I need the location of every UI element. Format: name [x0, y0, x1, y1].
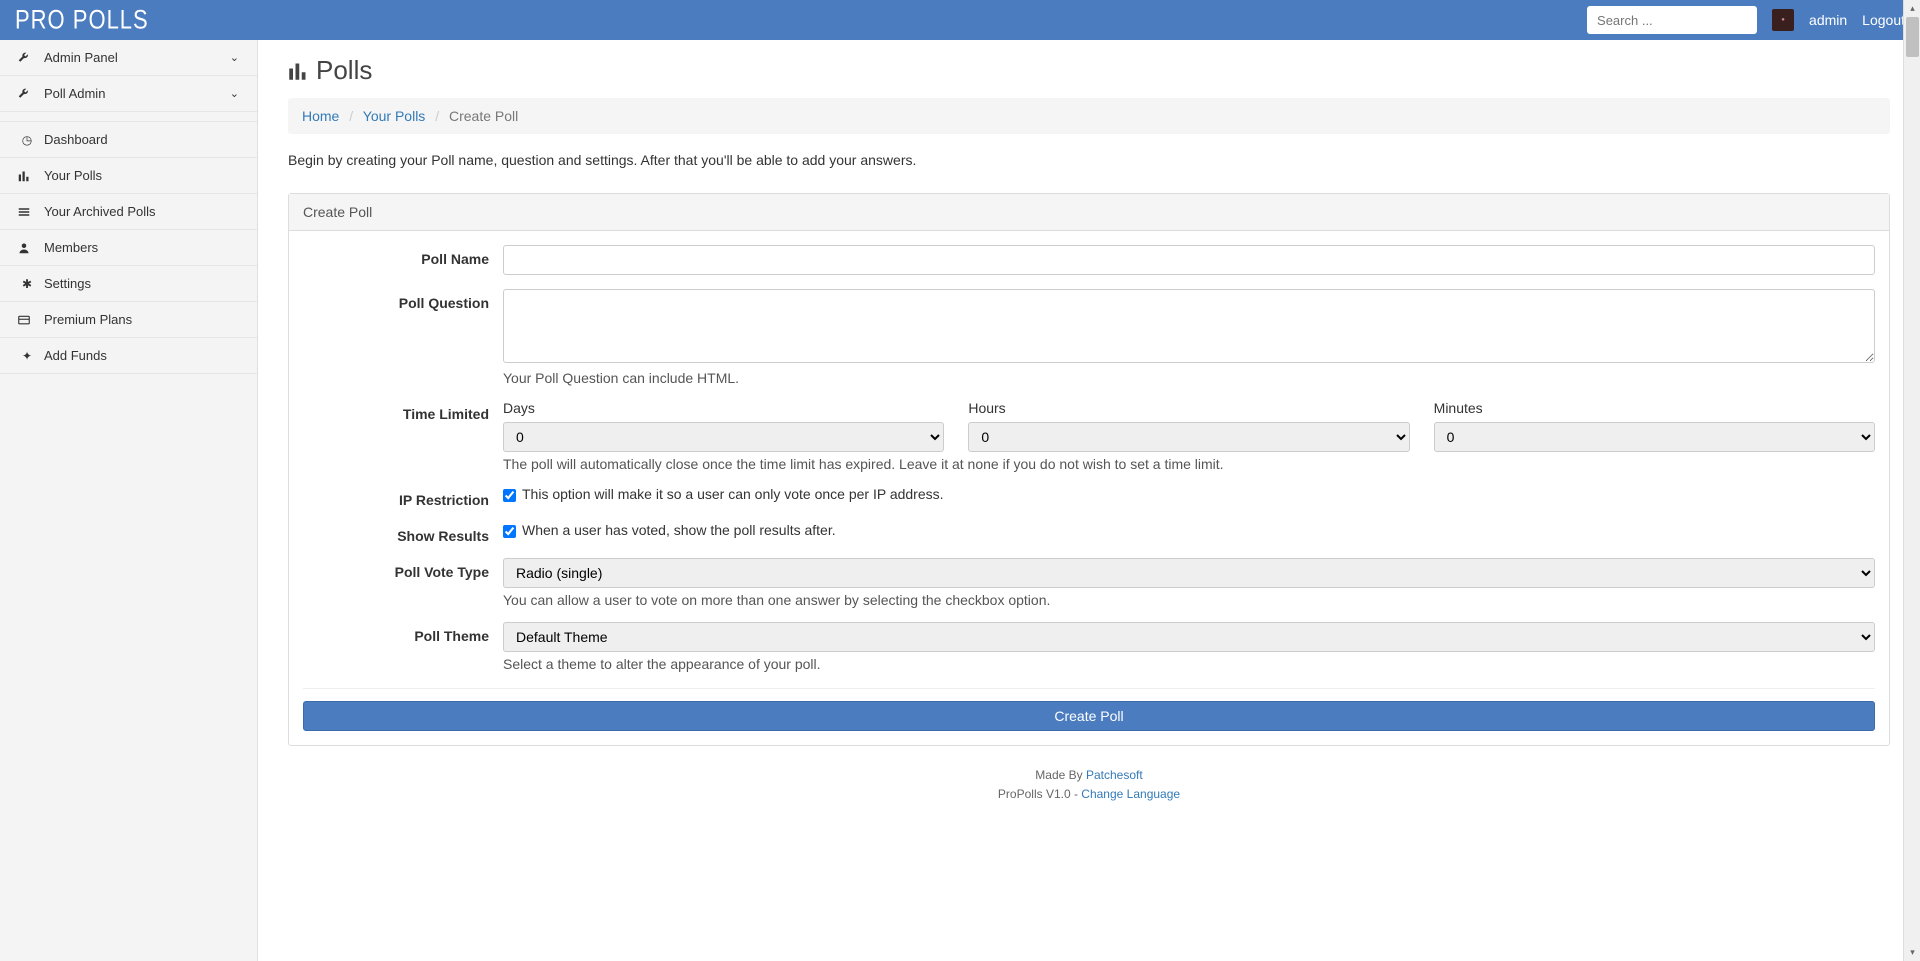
sidebar-item-archived-polls[interactable]: Your Archived Polls	[0, 194, 257, 230]
label-hours: Hours	[968, 400, 1409, 416]
help-theme: Select a theme to alter the appearance o…	[503, 656, 1875, 672]
label-poll-theme: Poll Theme	[303, 622, 503, 672]
footer-patchesoft-link[interactable]: Patchesoft	[1086, 768, 1143, 782]
sidebar-item-settings[interactable]: ✱ Settings	[0, 266, 257, 302]
create-poll-panel: Create Poll Poll Name Poll Question Your…	[288, 193, 1890, 746]
ip-restriction-text: This option will make it so a user can o…	[522, 486, 944, 502]
breadcrumb-sep: /	[435, 108, 439, 124]
wrench-icon	[18, 88, 36, 100]
sidebar-item-label: Your Polls	[44, 168, 102, 183]
sidebar-item-your-polls[interactable]: Your Polls	[0, 158, 257, 194]
card-icon	[18, 314, 36, 326]
sidebar-item-label: Settings	[44, 276, 91, 291]
label-days: Days	[503, 400, 944, 416]
chevron-down-icon: ⌄	[230, 51, 239, 64]
user-link[interactable]: admin	[1809, 12, 1847, 28]
label-ip-restriction: IP Restriction	[303, 486, 503, 508]
page-title: Polls	[288, 55, 1890, 86]
days-select[interactable]: 0	[503, 422, 944, 452]
footer-version: ProPolls V1.0 -	[998, 787, 1081, 801]
poll-question-textarea[interactable]	[503, 289, 1875, 363]
nav-right: ● admin Logout	[1587, 6, 1905, 34]
plus-icon: ✦	[18, 349, 36, 363]
label-minutes: Minutes	[1434, 400, 1875, 416]
sidebar-group-admin-panel[interactable]: Admin Panel ⌄	[0, 40, 257, 76]
hours-select[interactable]: 0	[968, 422, 1409, 452]
bars-icon	[18, 170, 36, 182]
clock-icon: ◷	[18, 133, 36, 147]
sidebar: Admin Panel ⌄ Poll Admin ⌄ ◷ Dashboard Y…	[0, 40, 258, 961]
archive-icon	[18, 206, 36, 218]
top-navbar: PRO POLLS ● admin Logout	[0, 0, 1920, 40]
sidebar-item-label: Members	[44, 240, 98, 255]
create-poll-button[interactable]: Create Poll	[303, 701, 1875, 731]
user-icon	[18, 242, 36, 254]
sidebar-group-label: Poll Admin	[44, 86, 105, 101]
gear-icon: ✱	[18, 277, 36, 291]
footer: Made By Patchesoft ProPolls V1.0 - Chang…	[288, 766, 1890, 804]
theme-select[interactable]: Default Theme	[503, 622, 1875, 652]
breadcrumb-your-polls[interactable]: Your Polls	[363, 108, 426, 124]
page-title-text: Polls	[316, 55, 372, 86]
sidebar-divider	[0, 112, 257, 122]
chevron-down-icon: ⌄	[230, 87, 239, 100]
show-results-checkbox[interactable]	[503, 525, 516, 538]
brand-logo: PRO POLLS	[15, 4, 149, 35]
sidebar-item-label: Add Funds	[44, 348, 107, 363]
wrench-icon	[18, 52, 36, 64]
sidebar-item-members[interactable]: Members	[0, 230, 257, 266]
minutes-select[interactable]: 0	[1434, 422, 1875, 452]
panel-heading: Create Poll	[289, 194, 1889, 231]
breadcrumb-home[interactable]: Home	[302, 108, 339, 124]
help-time-limited: The poll will automatically close once t…	[503, 456, 1875, 472]
label-vote-type: Poll Vote Type	[303, 558, 503, 608]
sidebar-group-label: Admin Panel	[44, 50, 118, 65]
help-poll-question: Your Poll Question can include HTML.	[503, 370, 1875, 386]
logout-link[interactable]: Logout	[1862, 12, 1905, 28]
vote-type-select[interactable]: Radio (single)	[503, 558, 1875, 588]
label-time-limited: Time Limited	[303, 400, 503, 472]
avatar[interactable]: ●	[1772, 9, 1794, 31]
sidebar-item-label: Premium Plans	[44, 312, 132, 327]
main-content: Polls Home / Your Polls / Create Poll Be…	[258, 40, 1920, 961]
breadcrumb: Home / Your Polls / Create Poll	[288, 98, 1890, 134]
poll-name-input[interactable]	[503, 245, 1875, 275]
help-vote-type: You can allow a user to vote on more tha…	[503, 592, 1875, 608]
label-poll-name: Poll Name	[303, 245, 503, 275]
breadcrumb-sep: /	[349, 108, 353, 124]
scroll-down-icon[interactable]: ▾	[1904, 944, 1920, 961]
footer-change-language-link[interactable]: Change Language	[1081, 787, 1180, 801]
sidebar-item-dashboard[interactable]: ◷ Dashboard	[0, 122, 257, 158]
breadcrumb-current: Create Poll	[449, 108, 518, 124]
sidebar-item-add-funds[interactable]: ✦ Add Funds	[0, 338, 257, 374]
show-results-text: When a user has voted, show the poll res…	[522, 522, 836, 538]
sidebar-item-premium-plans[interactable]: Premium Plans	[0, 302, 257, 338]
form-divider	[303, 688, 1875, 689]
label-show-results: Show Results	[303, 522, 503, 544]
sidebar-item-label: Your Archived Polls	[44, 204, 156, 219]
scrollbar-thumb[interactable]	[1906, 17, 1919, 57]
label-poll-question: Poll Question	[303, 289, 503, 386]
search-input[interactable]	[1587, 6, 1757, 34]
sidebar-group-poll-admin[interactable]: Poll Admin ⌄	[0, 76, 257, 112]
ip-restriction-checkbox[interactable]	[503, 489, 516, 502]
bars-icon	[288, 61, 308, 81]
scroll-up-icon[interactable]: ▴	[1904, 0, 1920, 17]
scrollbar[interactable]: ▴ ▾	[1903, 0, 1920, 961]
sidebar-item-label: Dashboard	[44, 132, 108, 147]
intro-text: Begin by creating your Poll name, questi…	[288, 152, 1890, 168]
footer-made-by: Made By	[1035, 768, 1086, 782]
